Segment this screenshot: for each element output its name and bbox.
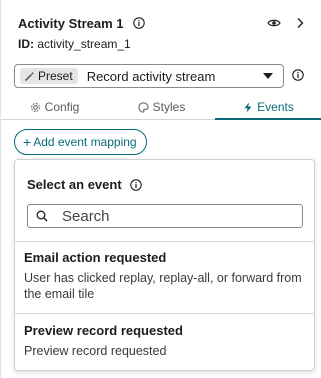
- tab-styles[interactable]: Styles: [108, 95, 215, 119]
- panel-title: Activity Stream 1: [18, 15, 124, 31]
- preset-info-icon[interactable]: [292, 69, 304, 81]
- event-option-email-action-requested[interactable]: Email action requested User has clicked …: [24, 250, 305, 302]
- magic-wand-icon: [24, 71, 35, 82]
- event-option-preview-record-requested[interactable]: Preview record requested Preview record …: [24, 323, 305, 359]
- popover-header: Select an event: [27, 177, 142, 192]
- header-actions: [267, 16, 307, 30]
- preset-badge: Preset: [20, 68, 78, 84]
- caret-down-icon: [263, 73, 273, 79]
- info-icon[interactable]: [129, 178, 142, 191]
- preset-select[interactable]: Preset Record activity stream: [14, 64, 284, 88]
- preset-value: Record activity stream: [86, 68, 216, 84]
- preset-select-row: Preset Record activity stream: [14, 64, 284, 88]
- add-event-mapping-label: Add event mapping: [33, 135, 137, 149]
- id-value: activity_stream_1: [37, 37, 131, 51]
- tab-config-label: Config: [44, 100, 80, 114]
- bolt-icon: [243, 102, 253, 113]
- add-event-mapping-button[interactable]: + Add event mapping: [14, 129, 147, 155]
- chevron-right-icon[interactable]: [293, 16, 307, 30]
- search-icon: [36, 210, 48, 222]
- id-label: ID:: [18, 37, 34, 51]
- component-id: ID: activity_stream_1: [18, 37, 131, 51]
- panel-header: Activity Stream 1: [18, 13, 307, 33]
- tab-events[interactable]: Events: [215, 95, 321, 120]
- info-icon[interactable]: [132, 17, 145, 29]
- search-input[interactable]: [62, 207, 282, 225]
- tab-styles-label: Styles: [152, 100, 186, 114]
- popover-title: Select an event: [27, 177, 122, 192]
- gear-icon: [30, 102, 41, 113]
- preset-badge-label: Preset: [38, 69, 73, 83]
- plus-icon: +: [23, 133, 32, 150]
- event-option-title: Preview record requested: [24, 323, 183, 338]
- tab-bar: Config Styles Events: [1, 95, 321, 120]
- divider: [15, 241, 314, 242]
- search-box: [27, 204, 303, 228]
- inspector-panel: Activity Stream 1 ID: activity_stream_1 …: [0, 0, 321, 378]
- event-option-title: Email action requested: [24, 250, 167, 265]
- palette-icon: [138, 101, 149, 113]
- tab-events-label: Events: [257, 100, 294, 114]
- eye-icon[interactable]: [267, 16, 281, 30]
- tab-config[interactable]: Config: [1, 95, 108, 119]
- event-option-description: User has clicked replay, replay-all, or …: [24, 271, 302, 301]
- event-option-description: Preview record requested: [24, 344, 167, 358]
- event-select-popover: Select an event Email action requested U…: [14, 159, 315, 371]
- divider: [15, 313, 314, 314]
